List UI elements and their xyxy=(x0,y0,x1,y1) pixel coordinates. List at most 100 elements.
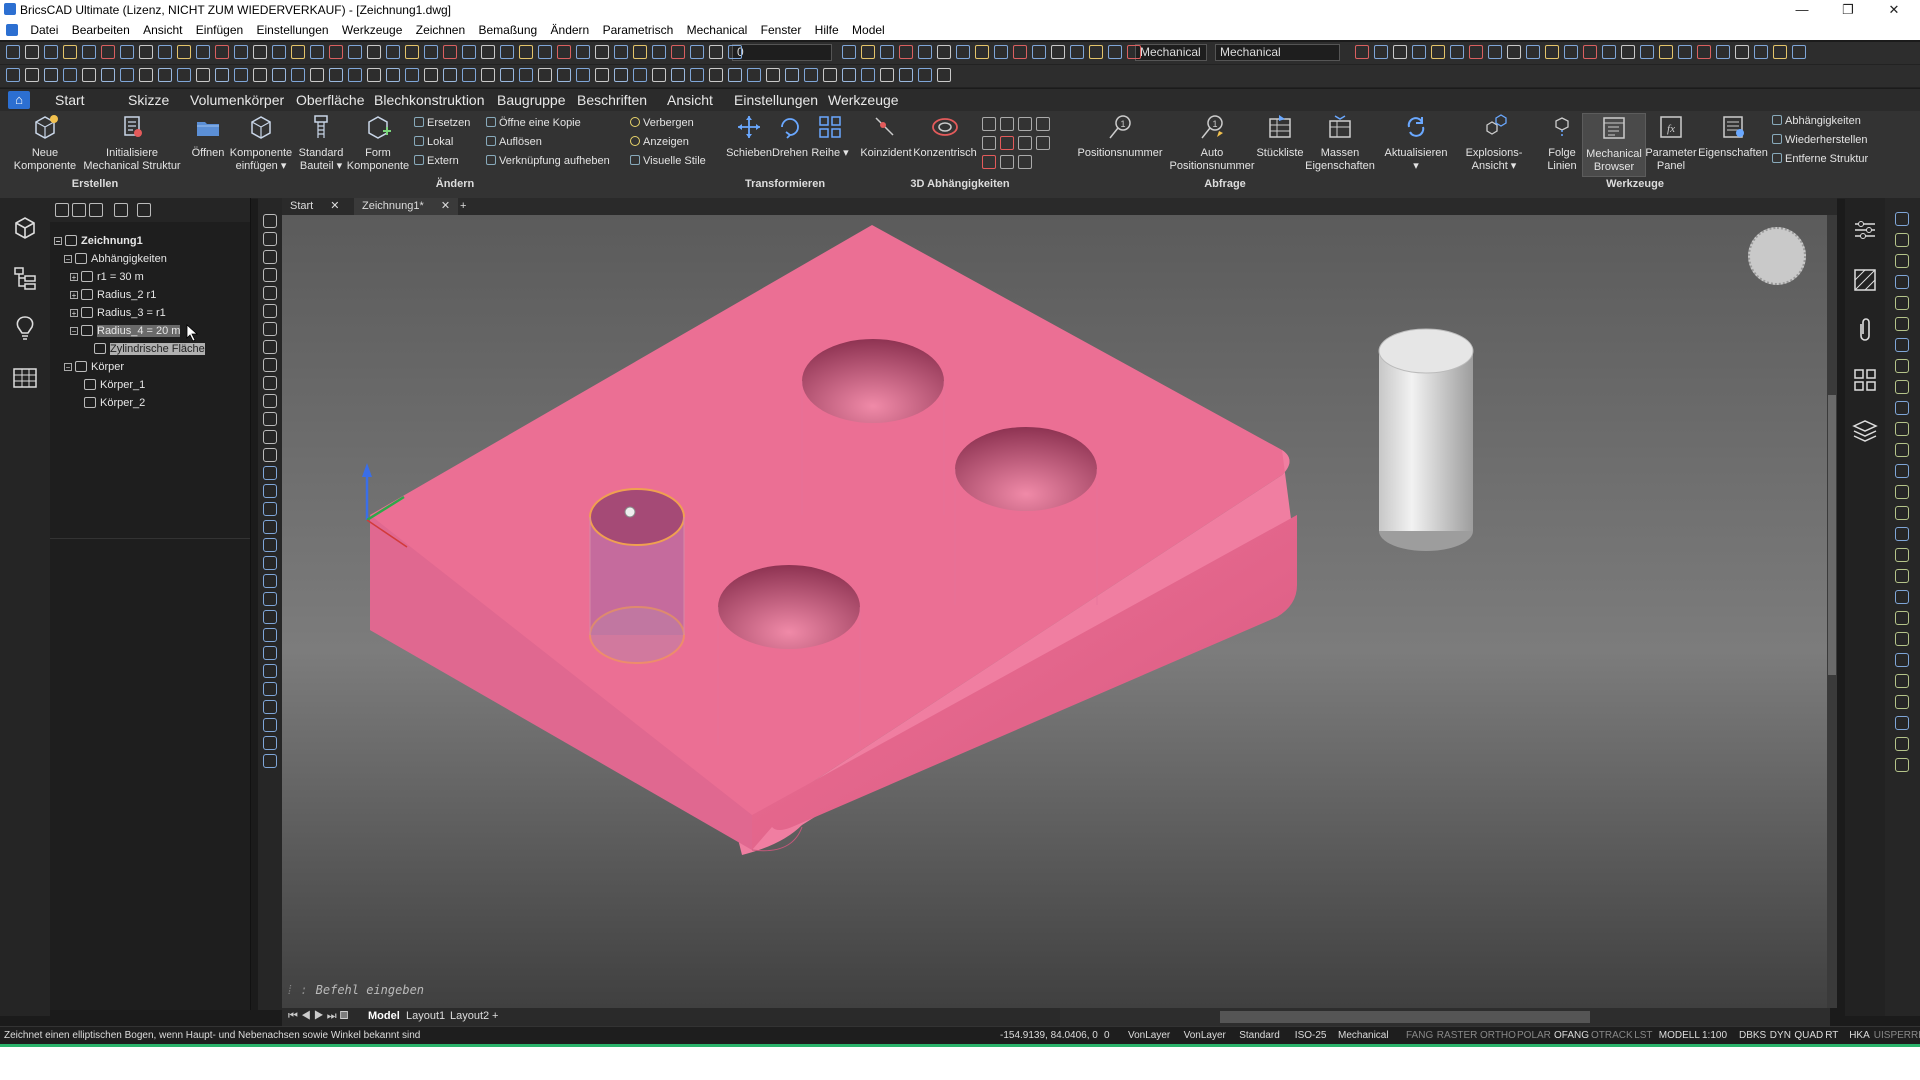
toolbar-tool-icon[interactable] xyxy=(44,45,58,59)
new-layout-icon[interactable]: + xyxy=(492,1010,498,1022)
toolbar-tool-icon[interactable] xyxy=(1602,45,1616,59)
toolbar-tool-icon[interactable] xyxy=(690,45,704,59)
draw-tool-icon[interactable] xyxy=(263,646,277,660)
toolbar-tool-icon[interactable] xyxy=(842,68,856,82)
toolbar-tool-icon[interactable] xyxy=(842,45,856,59)
toolbar-tool-icon[interactable] xyxy=(1659,45,1673,59)
tree-node-constraint-radius4[interactable]: − Radius_4 = 20 m xyxy=(70,324,181,338)
command-input[interactable]: Befehl eingeben xyxy=(316,983,424,997)
collapse-icon[interactable]: − xyxy=(54,237,62,246)
status-toggle-mechanical[interactable]: Mechanical xyxy=(1338,1030,1389,1041)
status-toggle-iso-25[interactable]: ISO-25 xyxy=(1295,1030,1327,1041)
modify-tool-icon[interactable] xyxy=(1895,401,1909,415)
ersetzen-button[interactable]: Ersetzen xyxy=(414,117,470,130)
expand-icon[interactable]: + xyxy=(70,273,78,282)
modify-tool-icon[interactable] xyxy=(1895,590,1909,604)
draw-tool-icon[interactable] xyxy=(263,736,277,750)
modify-tool-icon[interactable] xyxy=(1895,275,1909,289)
tab-beschriften[interactable]: Beschriften xyxy=(577,89,647,111)
minimize-button[interactable]: — xyxy=(1780,0,1824,20)
toolbar-tool-icon[interactable] xyxy=(1393,45,1407,59)
menu-ansicht[interactable]: Ansicht xyxy=(138,20,187,40)
aufloesen-button[interactable]: Auflösen xyxy=(486,136,542,149)
menu-parametrisch[interactable]: Parametrisch xyxy=(598,20,679,40)
status-toggle-0[interactable]: 0 xyxy=(1104,1030,1110,1041)
toolbar-tool-icon[interactable] xyxy=(785,68,799,82)
toolbar-tool-icon[interactable] xyxy=(139,45,153,59)
visuelle-stile-button[interactable]: Visuelle Stile xyxy=(630,155,706,168)
grid-blocks-icon[interactable] xyxy=(1851,366,1879,394)
toolbar-tool-icon[interactable] xyxy=(329,68,343,82)
toolbar-tool-icon[interactable] xyxy=(519,45,533,59)
tab-start[interactable]: Start xyxy=(55,89,85,111)
cube-icon[interactable] xyxy=(11,214,39,242)
toolbar-tool-icon[interactable] xyxy=(1678,45,1692,59)
constraint-radius-icon[interactable] xyxy=(1036,136,1050,150)
toolbar-tool-icon[interactable] xyxy=(405,68,419,82)
constraint-tangent-icon[interactable] xyxy=(1018,117,1032,131)
koinzident-button[interactable]: Koinzident xyxy=(856,113,916,160)
doc-tab-start[interactable]: Start ✕ xyxy=(282,198,348,215)
toolbar-tool-icon[interactable] xyxy=(1013,45,1027,59)
toolbar-tool-icon[interactable] xyxy=(671,68,685,82)
toolbar-tool-icon[interactable] xyxy=(671,45,685,59)
standard-bauteil-button[interactable]: Standard Bauteil ▾ xyxy=(294,113,348,173)
toolbar-tool-icon[interactable] xyxy=(6,68,20,82)
toolbar-tool-icon[interactable] xyxy=(1621,45,1635,59)
modify-tool-icon[interactable] xyxy=(1895,296,1909,310)
menu-aendern[interactable]: Ändern xyxy=(546,20,595,40)
toolbar-tool-icon[interactable] xyxy=(25,68,39,82)
toolbar-tool-icon[interactable] xyxy=(1526,45,1540,59)
toolbar-tool-icon[interactable] xyxy=(348,68,362,82)
toolbar-tool-icon[interactable] xyxy=(367,45,381,59)
toolbar-tool-icon[interactable] xyxy=(1450,45,1464,59)
sliders-icon[interactable] xyxy=(1851,216,1879,244)
close-tab-icon[interactable]: ✕ xyxy=(441,200,450,212)
vertical-scroll-thumb[interactable] xyxy=(1828,395,1836,675)
draw-tool-icon[interactable] xyxy=(263,664,277,678)
toolbar-tool-icon[interactable] xyxy=(1545,45,1559,59)
oeffnen-button[interactable]: Öffnen xyxy=(188,113,228,160)
auto-positionsnummer-button[interactable]: 1 Auto Positionsnummer xyxy=(1164,113,1260,173)
draw-tool-icon[interactable] xyxy=(263,574,277,588)
draw-tool-icon[interactable] xyxy=(263,304,277,318)
toolbar-tool-icon[interactable] xyxy=(728,68,742,82)
close-tab-icon[interactable]: ✕ xyxy=(330,200,339,212)
tab-volumenkoerper[interactable]: Volumenkörper xyxy=(190,89,284,111)
draw-tool-icon[interactable] xyxy=(263,232,277,246)
constraint-dimension-icon[interactable] xyxy=(1036,117,1050,131)
modify-tool-icon[interactable] xyxy=(1895,359,1909,373)
expand-icon[interactable]: + xyxy=(70,309,78,318)
toolbar-tool-icon[interactable] xyxy=(215,68,229,82)
toolbar-tool-icon[interactable] xyxy=(956,45,970,59)
toolbar-tool-icon[interactable] xyxy=(443,45,457,59)
draw-tool-icon[interactable] xyxy=(263,466,277,480)
draw-tool-icon[interactable] xyxy=(263,556,277,570)
modify-tool-icon[interactable] xyxy=(1895,695,1909,709)
draw-tool-icon[interactable] xyxy=(263,682,277,696)
layer-combo[interactable]: 0 xyxy=(732,44,832,61)
toolbar-tool-icon[interactable] xyxy=(101,68,115,82)
toolbar-tool-icon[interactable] xyxy=(918,68,932,82)
status-toggle-dyn[interactable]: DYN xyxy=(1770,1030,1791,1041)
toolbar-tool-icon[interactable] xyxy=(120,68,134,82)
layout-tab-layout1[interactable]: Layout1 xyxy=(406,1010,445,1022)
toolbar-tool-icon[interactable] xyxy=(1355,45,1369,59)
toolbar-tool-icon[interactable] xyxy=(120,45,134,59)
oeffne-kopie-button[interactable]: Öffne eine Kopie xyxy=(486,117,581,130)
toolbar-tool-icon[interactable] xyxy=(386,68,400,82)
browser-tool-2-icon[interactable] xyxy=(72,203,86,217)
status-toggle-rt[interactable]: RT xyxy=(1825,1030,1838,1041)
close-button[interactable]: ✕ xyxy=(1872,0,1916,20)
toolbar-tool-icon[interactable] xyxy=(348,45,362,59)
toolbar-tool-icon[interactable] xyxy=(975,45,989,59)
modify-tool-icon[interactable] xyxy=(1895,443,1909,457)
toolbar-tool-icon[interactable] xyxy=(1374,45,1388,59)
aktualisieren-button[interactable]: Aktualisieren ▾ xyxy=(1384,113,1448,173)
toolbar-tool-icon[interactable] xyxy=(557,45,571,59)
extern-button[interactable]: Extern xyxy=(414,155,459,168)
toolbar-tool-icon[interactable] xyxy=(1488,45,1502,59)
modify-tool-icon[interactable] xyxy=(1895,716,1909,730)
draw-tool-icon[interactable] xyxy=(263,430,277,444)
toolbar-tool-icon[interactable] xyxy=(481,68,495,82)
